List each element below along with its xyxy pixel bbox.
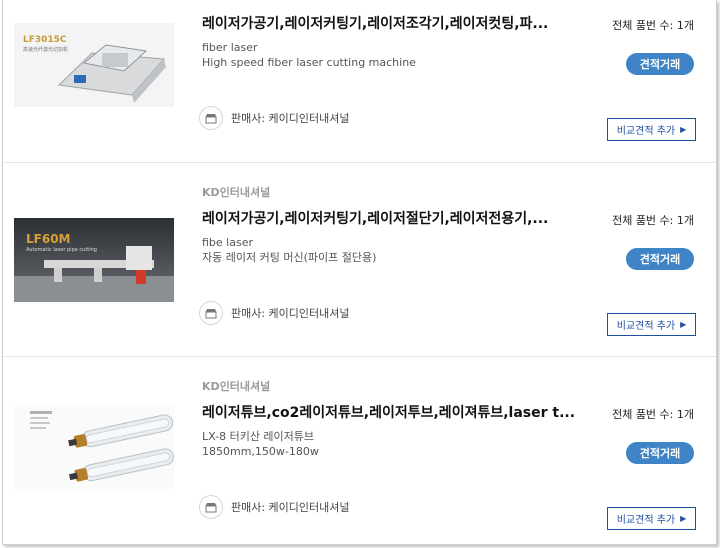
image-caption: LF60M [26, 232, 71, 246]
seller-label: 판매사: 케이디인터내셔널 [231, 307, 350, 320]
compare-quote-button[interactable]: 비교견적 추가 ▶ [607, 507, 696, 530]
product-title[interactable]: 레이저가공기,레이저커팅기,레이저조각기,레이저컷팅,파... [202, 13, 577, 33]
quote-button[interactable]: 견적거래 [626, 442, 694, 464]
image-subcaption: 高速光纤激光切割机 [23, 47, 69, 53]
part-count: 전체 품번 수: 1개 [612, 408, 694, 421]
seller-label: 판매사: 케이디인터내셔널 [231, 501, 350, 514]
product-desc-line2: High speed fiber laser cutting machine [202, 56, 416, 69]
compare-label: 비교견적 추가 [616, 126, 676, 137]
compare-quote-button[interactable]: 비교견적 추가 ▶ [607, 118, 696, 141]
shop-icon [199, 495, 223, 519]
quote-button[interactable]: 견적거래 [626, 53, 694, 75]
compare-label: 비교견적 추가 [616, 321, 676, 332]
product-desc-line1: fibe laser [202, 236, 253, 249]
brand-name[interactable]: KD인터내셔널 [202, 184, 270, 200]
product-title[interactable]: 레이저가공기,레이저커팅기,레이저절단기,레이저전용기,... [202, 208, 577, 228]
product-desc-line2: 자동 레이저 커팅 머신(파이프 절단용) [202, 251, 377, 264]
part-count: 전체 품번 수: 1개 [612, 19, 694, 32]
brand-name[interactable]: KD인터내셔널 [202, 378, 270, 394]
shop-icon [199, 301, 223, 325]
list-item: LF3015C 高速光纤激光切割机 레이저가공기,레이저커팅기,레이저조각기,레… [3, 0, 716, 162]
product-image[interactable]: LF60M Automatic laser pipe cutting [14, 218, 174, 302]
product-desc-line1: LX-8 터키산 레이저튜브 [202, 430, 315, 443]
image-caption: LF3015C [23, 35, 67, 45]
chevron-right-icon: ▶ [680, 125, 687, 134]
seller-info: 판매사: 케이디인터내셔널 [199, 106, 350, 130]
product-desc-line1: fiber laser [202, 41, 258, 54]
product-image[interactable]: LF3015C 高速光纤激光切割机 [14, 23, 174, 107]
shop-icon [199, 106, 223, 130]
part-count: 전체 품번 수: 1개 [612, 214, 694, 227]
product-desc-line2: 1850mm,150w-180w [202, 445, 319, 458]
seller-info: 판매사: 케이디인터내셔널 [199, 301, 350, 325]
seller-label: 판매사: 케이디인터내셔널 [231, 112, 350, 125]
product-list: LF3015C 高速光纤激光切割机 레이저가공기,레이저커팅기,레이저조각기,레… [2, 0, 717, 545]
chevron-right-icon: ▶ [680, 514, 687, 523]
image-subcaption: Automatic laser pipe cutting [26, 247, 97, 253]
compare-label: 비교견적 추가 [616, 515, 676, 526]
quote-button[interactable]: 견적거래 [626, 248, 694, 270]
seller-info: 판매사: 케이디인터내셔널 [199, 495, 350, 519]
product-image[interactable] [14, 405, 174, 489]
compare-quote-button[interactable]: 비교견적 추가 ▶ [607, 313, 696, 336]
chevron-right-icon: ▶ [680, 320, 687, 329]
product-title[interactable]: 레이저튜브,co2레이저튜브,레이저투브,레이져튜브,laser t... [202, 402, 577, 422]
list-item: KD인터내셔널 레이저튜브,co2레이저튜브,레이저투브,레이져튜브,laser… [3, 356, 716, 545]
list-item: LF60M Automatic laser pipe cutting KD인터내… [3, 162, 716, 357]
